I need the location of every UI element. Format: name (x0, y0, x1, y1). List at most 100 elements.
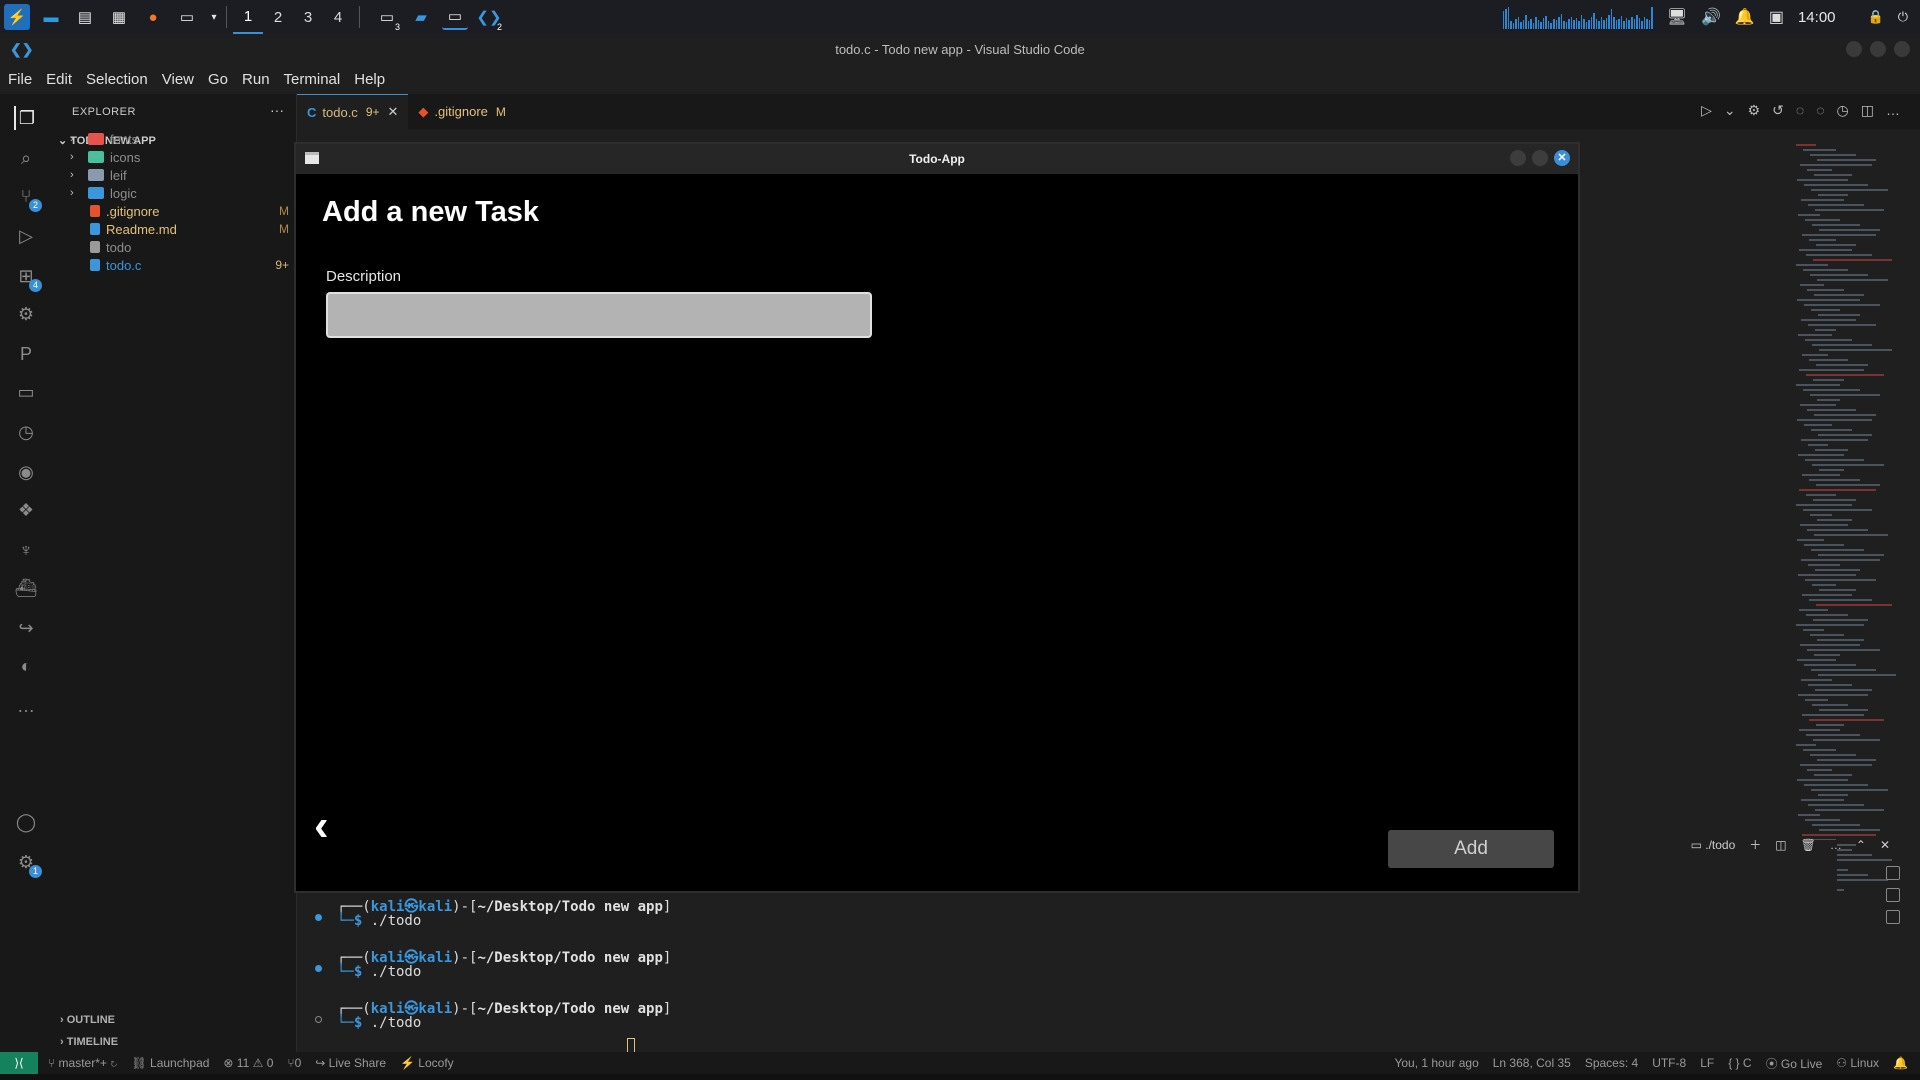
menu-help[interactable]: Help (354, 71, 385, 88)
outline-section[interactable]: › OUTLINE (60, 1014, 115, 1026)
search-icon[interactable]: ⌕ (14, 146, 38, 170)
live-share-icon[interactable]: ↪ (14, 616, 38, 640)
timeline-icon[interactable]: ◷ (14, 420, 38, 444)
command-decoration[interactable] (315, 914, 322, 921)
more-icon[interactable]: … (14, 694, 38, 718)
terminal-instance-icon[interactable] (1886, 888, 1900, 902)
tab-gitignore[interactable]: ◆ .gitignore M (408, 94, 515, 129)
description-input[interactable] (326, 292, 872, 338)
settings-gear-icon[interactable]: ⚙ 1 (14, 850, 42, 878)
command-decoration[interactable] (315, 1016, 322, 1023)
settings-icon[interactable]: ⚙ (1748, 102, 1761, 119)
add-task-button[interactable]: Add (1388, 830, 1554, 868)
todo-app-window-icon[interactable]: ▭ (442, 4, 468, 30)
clock[interactable]: 14:00 (1798, 9, 1836, 26)
remote-explorer-icon[interactable]: ⚙ (14, 302, 38, 326)
new-terminal-icon[interactable]: ＋ (1749, 836, 1761, 853)
locofy-item[interactable]: ⚡ Locofy (400, 1056, 454, 1070)
minimize-button[interactable] (1846, 41, 1862, 57)
run-icon[interactable]: ▷ (1701, 102, 1712, 119)
chevron-down-icon[interactable]: ▾ (208, 4, 220, 30)
indentation[interactable]: Spaces: 4 (1585, 1056, 1638, 1070)
workspace-3[interactable]: 3 (293, 0, 323, 34)
remote-window-icon[interactable]: ▭ (14, 380, 38, 404)
desktop-icon[interactable]: ▬ (38, 4, 64, 30)
more-icon[interactable]: … (1830, 838, 1842, 852)
python-icon[interactable]: ♆ (14, 538, 38, 562)
text-editor-icon[interactable]: ▦ (106, 4, 132, 30)
encoding[interactable]: UTF-8 (1652, 1056, 1686, 1070)
launchpad-item[interactable]: ⛓ Launchpad (131, 1056, 209, 1070)
terminal-tab[interactable]: ▭ ./todo (1691, 838, 1736, 852)
os-indicator[interactable]: ⚇ Linux (1836, 1056, 1879, 1070)
remote-indicator-icon[interactable]: ⟩⟨ (0, 1052, 38, 1074)
problems-indicator[interactable]: ⊗ 11 ⚠ 0 (223, 1056, 273, 1070)
file-manager-icon[interactable]: ▤ (72, 4, 98, 30)
close-icon[interactable]: ✕ (388, 104, 399, 120)
menu-go[interactable]: Go (208, 71, 228, 88)
workspace-1[interactable]: 1 (233, 0, 263, 34)
commit-icon[interactable]: ◌ (1796, 102, 1804, 119)
docker-icon[interactable]: ⛴ (14, 576, 38, 600)
folder-window-icon[interactable]: ▰ (408, 4, 434, 30)
chevron-down-icon[interactable]: ⌄ (1724, 102, 1736, 119)
menu-selection[interactable]: Selection (86, 71, 148, 88)
live-share-item[interactable]: ↪ Live Share (315, 1056, 386, 1070)
maximize-button[interactable] (1532, 150, 1548, 166)
firefox-icon[interactable]: ● (140, 4, 166, 30)
timeline-section[interactable]: › TIMELINE (60, 1036, 118, 1048)
network-icon[interactable]: 🖥 (1667, 7, 1687, 27)
lock-icon[interactable]: 🔒 (1868, 9, 1884, 25)
language-mode[interactable]: { } C (1728, 1056, 1751, 1070)
minimize-button[interactable] (1510, 150, 1526, 166)
close-button[interactable] (1894, 41, 1910, 57)
tree-item[interactable]: todo.c 9+ (52, 254, 297, 276)
minimap[interactable] (1796, 144, 1906, 904)
command-decoration[interactable] (315, 965, 322, 972)
gitlens-icon[interactable]: ◐ (14, 654, 38, 678)
logout-icon[interactable]: ⏻ (1898, 9, 1908, 25)
end-of-line[interactable]: LF (1700, 1056, 1714, 1070)
explorer-icon[interactable]: ❐ (14, 106, 38, 130)
split-editor-icon[interactable]: ◫ (1861, 102, 1874, 119)
menu-view[interactable]: View (162, 71, 194, 88)
close-panel-icon[interactable]: ✕ (1880, 838, 1890, 852)
source-control-icon[interactable]: ⑂ 2 (14, 184, 42, 212)
terminal-instance-icon[interactable] (1886, 910, 1900, 924)
kali-menu-icon[interactable]: ⚡ (4, 4, 30, 30)
terminal-instance-icon[interactable] (1886, 866, 1900, 880)
compare-icon[interactable]: ◌ (1816, 102, 1824, 119)
tab-todo-c[interactable]: C todo.c 9+ ✕ (297, 94, 409, 129)
cursor-position[interactable]: Ln 368, Col 35 (1493, 1056, 1571, 1070)
github-icon[interactable]: ◉ (14, 460, 38, 484)
branch-indicator[interactable]: ⑂ master*+ ↻ (48, 1056, 117, 1070)
trash-icon[interactable]: 🗑 (1801, 838, 1816, 852)
history-icon[interactable]: ↺ (1772, 102, 1784, 119)
volume-icon[interactable]: 🔊 (1701, 7, 1721, 27)
menu-file[interactable]: File (8, 71, 32, 88)
workspace-2[interactable]: 2 (263, 0, 293, 34)
menu-run[interactable]: Run (242, 71, 270, 88)
split-terminal-icon[interactable]: ◫ (1775, 838, 1786, 852)
workspace-4[interactable]: 4 (323, 0, 353, 34)
power-manager-icon[interactable]: ▣ (1769, 7, 1784, 27)
extensions-icon[interactable]: ⊞ 4 (14, 264, 42, 292)
notifications-bell-icon[interactable]: 🔔 (1893, 1056, 1908, 1070)
menu-terminal[interactable]: Terminal (284, 71, 341, 88)
terminal-launcher-icon[interactable]: ▭ (174, 4, 200, 30)
back-button[interactable]: ‹ (314, 804, 329, 848)
go-live-button[interactable]: ⦿ Go Live (1766, 1055, 1823, 1072)
git-blame[interactable]: You, 1 hour ago (1394, 1056, 1478, 1070)
timeline-icon[interactable]: ◷ (1837, 102, 1849, 119)
todo-app-titlebar[interactable]: Todo-App ✕ (296, 144, 1578, 174)
close-button[interactable]: ✕ (1554, 150, 1570, 166)
ports-indicator[interactable]: ⑂0 (287, 1056, 301, 1070)
terminal-window-icon[interactable]: ▭ 3 (374, 4, 402, 32)
more-icon[interactable]: … (1886, 102, 1900, 119)
run-debug-icon[interactable]: ▷ (14, 224, 38, 248)
vscode-window-icon[interactable]: ❮❯ 2 (476, 4, 504, 32)
menu-edit[interactable]: Edit (46, 71, 72, 88)
explorer-more-button[interactable]: ··· (270, 102, 284, 118)
notification-bell-icon[interactable]: 🔔 (1735, 7, 1755, 27)
project-manager-icon[interactable]: P (14, 342, 38, 366)
